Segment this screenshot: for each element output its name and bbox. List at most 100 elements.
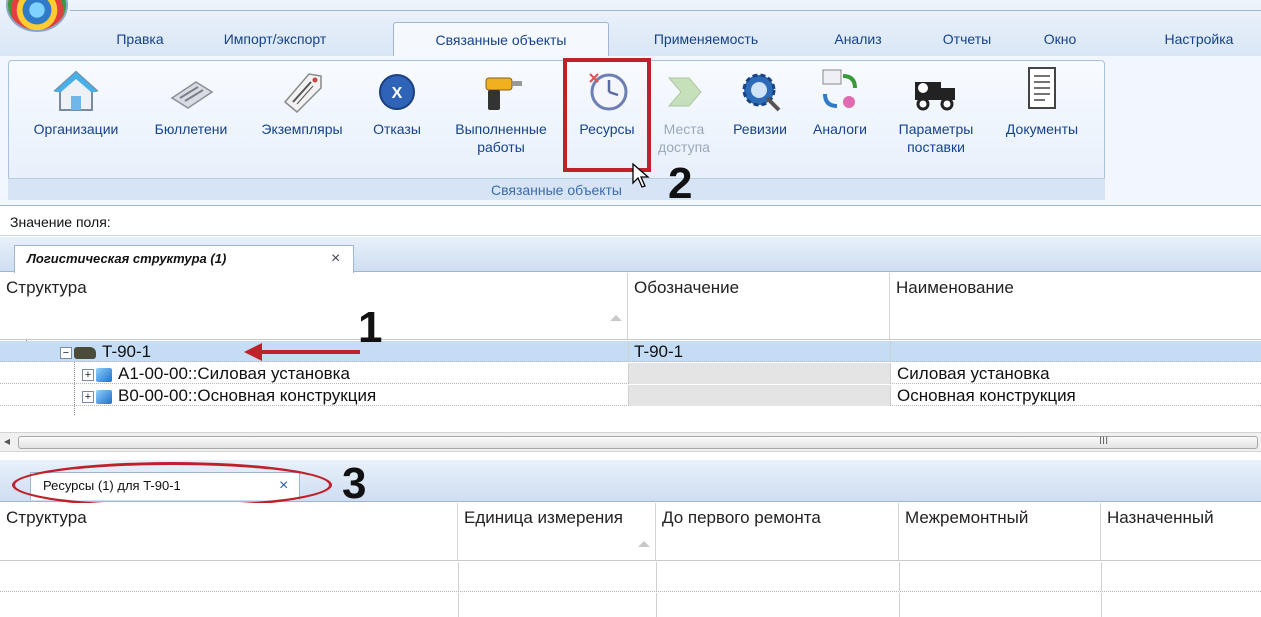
analogs-icon [822,69,857,108]
annotation-number-3: 3 [342,459,367,508]
annotation-number-2: 2 [668,159,693,208]
row-structure-cell: + A1-00-00::Силовая установка [82,363,350,384]
row-designation-cell [629,363,890,384]
top-grid-header: Структура Обозначение Наименование [0,273,1261,340]
grid-line [458,593,459,617]
failures-label: Отказы [373,121,421,137]
delivery-truck-icon [915,82,955,111]
tab-logistic-structure-label: Логистическая структура (1) [27,251,227,266]
access-points-button[interactable]: Места доступа [652,62,716,156]
row-name-cell: Силовая установка [897,364,1050,383]
analogs-button[interactable]: Аналоги [802,62,878,138]
gear-magnifier-icon [742,73,781,112]
tab-import-export[interactable]: Импорт/экспорт [200,22,350,56]
tab-settings[interactable]: Настройка [1140,22,1258,56]
field-value-label: Значение поля: [0,208,1261,236]
table-row[interactable]: − T-90-1 T-90-1 [0,341,1261,362]
x-circle-icon: X [379,74,415,110]
ribbon-divider [70,10,1261,11]
completed-works-button[interactable]: Выполненные работы [436,62,566,156]
grid-line [656,562,657,591]
col-unit[interactable]: Единица измерения [458,503,656,560]
ribbon-group-caption: Связанные объекты [8,178,1105,200]
tab-applicability[interactable]: Применяемость [632,22,780,56]
analogs-label: Аналоги [813,121,867,137]
access-icon [667,77,702,107]
grid-line [890,385,891,405]
delivery-params-label-2: поставки [907,139,965,155]
failures-button[interactable]: X Отказы [360,62,434,138]
sort-indicator-icon [638,541,650,547]
sort-indicator-icon [610,315,622,321]
annotation-arrow [256,350,360,354]
table-row[interactable] [0,593,1261,617]
svg-text:X: X [392,85,403,102]
col-designation[interactable]: Обозначение [628,273,890,339]
row-designation-cell: T-90-1 [634,342,684,361]
scroll-left-icon[interactable]: ◂ [4,434,10,448]
grid-line [899,562,900,591]
tank-icon [74,346,96,359]
cube-icon [96,367,112,382]
grid-line [628,341,629,361]
annotation-number-1: 1 [358,303,383,352]
grip-icon: III [1099,435,1109,447]
newspaper-icon [170,81,214,109]
tab-edit[interactable]: Правка [100,22,180,56]
house-icon [53,70,99,111]
expand-icon[interactable]: + [82,368,94,381]
documents-button[interactable]: Документы [990,62,1094,138]
grid-line [890,363,891,383]
col-structure[interactable]: Структура [0,503,458,560]
grid-line [1101,562,1102,591]
grid-line [628,385,629,405]
close-icon[interactable]: × [331,246,340,272]
tab-logistic-structure[interactable]: Логистическая структура (1) × [14,245,354,273]
table-row[interactable]: + A1-00-00::Силовая установка Силовая уст… [0,363,1261,384]
horizontal-scrollbar[interactable]: ◂ III [0,432,1261,452]
table-row[interactable]: + B0-00-00::Основная конструкция Основная… [0,385,1261,406]
bottom-grid-header: Структура Единица измерения До первого р… [0,503,1261,561]
row-structure-text: B0-00-00::Основная конструкция [118,386,377,405]
revisions-label: Ревизии [733,121,787,137]
grid-line [1101,593,1102,617]
instances-button[interactable]: Экземпляры [246,62,358,138]
col-structure[interactable]: Структура [0,273,628,339]
tab-analysis[interactable]: Анализ [818,22,898,56]
table-row[interactable] [0,562,1261,592]
tab-reports[interactable]: Отчеты [922,22,1012,56]
grid-line [899,593,900,617]
completed-works-label: Выполненные [455,121,547,137]
row-structure-text: T-90-1 [102,342,152,361]
scrollbar-thumb[interactable]: III [18,435,1258,449]
instances-label: Экземпляры [261,121,343,137]
drill-icon [485,77,522,110]
completed-works-label-2: работы [477,139,525,155]
row-structure-cell: − T-90-1 [60,341,151,362]
grid-line [628,363,629,383]
tab-window[interactable]: Окно [1030,22,1090,56]
organizations-button[interactable]: Организации [12,62,140,138]
col-between-repairs[interactable]: Межремонтный [899,503,1101,560]
access-points-label: Места [663,121,705,137]
row-structure-text: A1-00-00::Силовая установка [118,364,350,383]
mouse-cursor-icon [632,163,650,188]
col-before-first-repair[interactable]: До первого ремонта [656,503,899,560]
delivery-params-label: Параметры [898,121,974,137]
bulletins-button[interactable]: Бюллетени [143,62,239,138]
grid-line [458,562,459,591]
col-assigned[interactable]: Назначенный [1101,503,1261,560]
expand-icon[interactable]: + [82,390,94,403]
resources-highlight-box [563,58,651,172]
delivery-params-button[interactable]: Параметры поставки [884,62,988,156]
cube-icon [96,389,112,404]
revisions-button[interactable]: Ревизии [722,62,798,138]
collapse-icon[interactable]: − [60,346,72,359]
document-icon [1028,67,1056,109]
top-doc-tabs: Логистическая структура (1) × [0,237,1261,273]
col-name[interactable]: Наименование [890,273,1261,339]
row-structure-cell: + B0-00-00::Основная конструкция [82,385,376,406]
documents-label: Документы [1005,121,1079,137]
tag-icon [283,73,322,114]
tab-related-objects[interactable]: Связанные объекты [393,22,609,56]
